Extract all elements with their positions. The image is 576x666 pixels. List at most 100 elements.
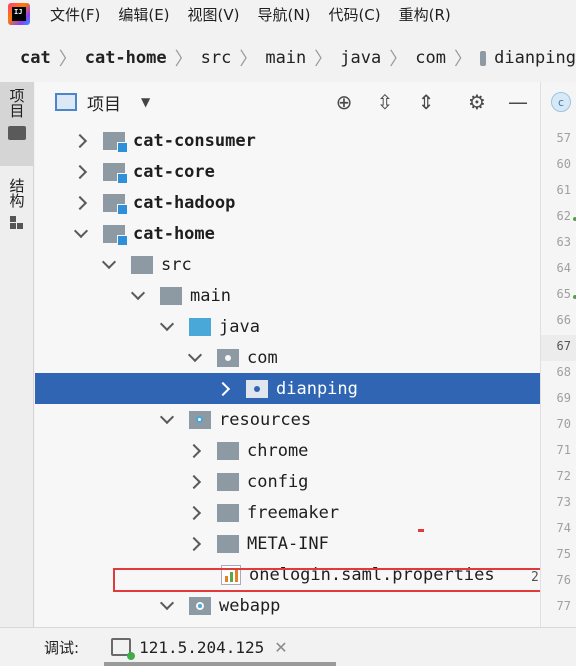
chevron-down-icon[interactable]: ▼ xyxy=(141,95,150,109)
debug-tool-bar: 调试: 121.5.204.125 ✕ xyxy=(0,627,576,666)
menu-view[interactable]: 视图(V) xyxy=(188,4,240,25)
breadcrumb-main[interactable]: main xyxy=(265,48,306,68)
tool-tab-project[interactable]: 项目 xyxy=(0,82,34,166)
editor-gutter: c 57 60 61 62 63 64 65 66 67 68 69 70 71… xyxy=(531,82,576,627)
locate-icon[interactable]: ⊕ xyxy=(332,90,356,114)
debug-tab-underline xyxy=(104,662,336,666)
chevron-right-icon[interactable] xyxy=(75,166,87,178)
project-view-title[interactable]: 项目 xyxy=(87,90,121,115)
project-view-icon xyxy=(55,93,77,111)
breadcrumb-cat[interactable]: cat xyxy=(20,48,51,68)
debug-label: 调试: xyxy=(44,638,80,657)
tree-node-webapp[interactable]: webapp xyxy=(35,590,540,621)
line-number: 66 xyxy=(556,313,571,327)
tree-node-cat-hadoop[interactable]: cat-hadoop xyxy=(35,187,540,218)
folder-icon xyxy=(217,534,239,553)
gear-icon[interactable]: ⚙ xyxy=(465,90,489,114)
tool-tab-project-label: 项目 xyxy=(7,88,26,118)
resources-folder-icon xyxy=(189,410,211,429)
breadcrumb: cat 〉 cat-home 〉 src 〉 main 〉 java 〉 com… xyxy=(0,40,576,76)
minimize-icon[interactable]: — xyxy=(506,90,530,114)
chevron-right-icon[interactable] xyxy=(189,538,201,550)
tree-node-java[interactable]: java xyxy=(35,311,540,342)
chevron-down-icon[interactable] xyxy=(161,600,173,612)
line-number: 76 xyxy=(556,573,571,587)
tree-node-label: config xyxy=(247,471,309,492)
intellij-logo-icon[interactable]: IJ xyxy=(8,3,30,25)
folder-icon xyxy=(217,503,239,522)
project-panel: 项目 ▼ ⊕ ⇳ ⇕ ⚙ — cat-consumer cat-core cat… xyxy=(35,82,540,627)
menu-file[interactable]: 文件(F) xyxy=(50,4,100,25)
debug-session-tab[interactable]: 121.5.204.125 ✕ xyxy=(111,638,288,660)
chevron-right-icon[interactable] xyxy=(189,476,201,488)
tree-node-com[interactable]: com xyxy=(35,342,540,373)
tree-node-cat-home[interactable]: cat-home xyxy=(35,218,540,249)
chevron-right-icon: 〉 xyxy=(314,49,333,70)
breadcrumb-cat-home[interactable]: cat-home xyxy=(85,48,167,68)
tree-node-freemaker[interactable]: freemaker xyxy=(35,497,540,528)
chevron-right-icon: 〉 xyxy=(389,49,408,70)
tree-node-config[interactable]: config xyxy=(35,466,540,497)
line-number: 72 xyxy=(556,469,571,483)
chevron-right-icon[interactable] xyxy=(218,383,230,395)
tree-node-cat-core[interactable]: cat-core xyxy=(35,156,540,187)
tree-node-src[interactable]: src xyxy=(35,249,540,280)
tree-node-main[interactable]: main xyxy=(35,280,540,311)
chevron-down-icon[interactable] xyxy=(132,290,144,302)
tree-node-label: cat-hadoop xyxy=(133,192,236,213)
line-number: 74 xyxy=(556,521,571,535)
tree-node-cat-consumer[interactable]: cat-consumer xyxy=(35,125,540,156)
line-number: 71 xyxy=(556,443,571,457)
module-folder-icon xyxy=(103,131,128,153)
folder-icon xyxy=(160,286,182,305)
gutter-note: 2 xyxy=(531,570,539,585)
source-folder-icon xyxy=(189,317,211,336)
package-folder-icon xyxy=(217,348,239,367)
chevron-down-icon[interactable] xyxy=(161,414,173,426)
module-folder-icon xyxy=(103,162,128,184)
web-folder-icon xyxy=(189,596,211,615)
menu-refactor[interactable]: 重构(R) xyxy=(399,4,451,25)
chevron-down-icon[interactable] xyxy=(189,352,201,364)
module-folder-icon xyxy=(103,224,128,246)
chevron-right-icon[interactable] xyxy=(75,135,87,147)
line-number: 75 xyxy=(556,547,571,561)
tool-tab-structure[interactable]: 结构 xyxy=(0,172,34,242)
menu-code[interactable]: 代码(C) xyxy=(328,4,380,25)
expand-all-icon[interactable]: ⇳ xyxy=(373,90,397,114)
tree-node-label: cat-core xyxy=(133,161,215,182)
line-number: 57 xyxy=(556,131,571,145)
chevron-down-icon[interactable] xyxy=(161,321,173,333)
tree-node-label: main xyxy=(190,285,231,306)
chevron-right-icon[interactable] xyxy=(189,507,201,519)
chevron-right-icon: 〉 xyxy=(453,49,472,70)
class-file-tab-icon[interactable]: c xyxy=(551,92,571,112)
chevron-right-icon[interactable] xyxy=(189,445,201,457)
tool-tab-structure-label: 结构 xyxy=(7,178,26,208)
chevron-right-icon: 〉 xyxy=(174,49,193,70)
structure-icon xyxy=(10,216,24,230)
folder-icon xyxy=(8,126,26,140)
tree-node-label: webapp xyxy=(219,595,281,616)
collapse-all-icon[interactable]: ⇕ xyxy=(414,90,438,114)
line-number: 69 xyxy=(556,391,571,405)
tree-node-label: freemaker xyxy=(247,502,340,523)
tree-node-meta-inf[interactable]: META-INF xyxy=(35,528,540,559)
tree-node-resources[interactable]: resources xyxy=(35,404,540,435)
breadcrumb-dianping[interactable]: dianping xyxy=(494,48,576,68)
breadcrumb-java[interactable]: java xyxy=(340,48,381,68)
breadcrumb-com[interactable]: com xyxy=(415,48,446,68)
tree-node-dianping[interactable]: dianping xyxy=(35,373,540,404)
chevron-right-icon[interactable] xyxy=(75,197,87,209)
line-number: 62 xyxy=(556,209,571,223)
breadcrumb-src[interactable]: src xyxy=(201,48,232,68)
package-folder-icon xyxy=(479,50,494,66)
chevron-down-icon[interactable] xyxy=(75,228,87,240)
menu-navigate[interactable]: 导航(N) xyxy=(258,4,311,25)
tree-node-chrome[interactable]: chrome xyxy=(35,435,540,466)
menu-edit[interactable]: 编辑(E) xyxy=(118,4,169,25)
chevron-down-icon[interactable] xyxy=(103,259,115,271)
close-icon[interactable]: ✕ xyxy=(274,638,287,657)
tree-node-label: cat-home xyxy=(133,223,215,244)
line-number: 70 xyxy=(556,417,571,431)
